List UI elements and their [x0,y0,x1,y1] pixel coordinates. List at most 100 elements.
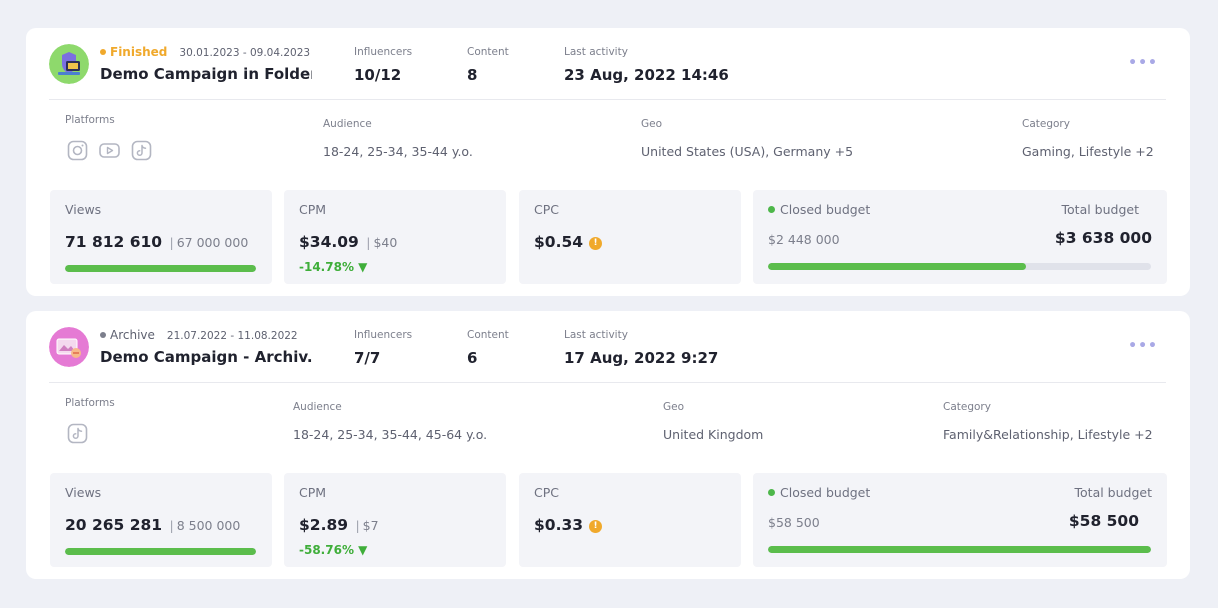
budget-box: Closed budget Total budget $58 500 $58 5… [753,473,1167,567]
cpm-value: $34.09 | $40 [299,233,397,251]
views-progress-fill [65,265,256,272]
last-activity-label: Last activity [564,46,628,58]
closed-budget-label: Closed budget [768,202,870,217]
status-dot [100,49,106,55]
cpm-box: CPM $2.89 | $7 -58.76% ▼ [284,473,506,567]
content-label: Content [467,329,509,341]
cpm-box: CPM $34.09 | $40 -14.78% ▼ [284,190,506,284]
cpm-delta: -58.76% ▼ [299,543,368,557]
cpc-label: CPC [534,202,559,217]
closed-budget-dot [768,489,775,496]
category-label: Category [943,401,991,413]
content-value: 6 [467,349,478,367]
platforms-label: Platforms [65,114,115,126]
cpc-label: CPC [534,485,559,500]
campaign-title[interactable]: Demo Campaign - Archiv... [100,348,312,366]
cpc-box: CPC $0.54! [519,190,741,284]
cpc-actual: $0.54 [534,233,584,251]
cpc-value: $0.33! [534,516,603,535]
status-label: Archive [110,328,155,342]
category-value: Family&Relationship, Lifestyle +2 [943,427,1153,442]
content-label: Content [467,46,509,58]
budget-progress [768,263,1151,270]
geo-value: United Kingdom [663,427,764,442]
status-label: Finished [110,45,168,59]
geo-label: Geo [663,401,685,413]
cpc-value: $0.54! [534,233,603,252]
views-value: 20 265 281 | 8 500 000 [65,516,240,534]
influencers-value: 10/12 [354,66,402,84]
total-budget-label: Total budget [1061,202,1139,217]
budget-progress [768,546,1151,553]
cpc-actual: $0.33 [534,516,584,534]
cpc-box: CPC $0.33! [519,473,741,567]
cpm-actual: $2.89 [299,516,349,534]
cpm-value: $2.89 | $7 [299,516,379,534]
campaign-status: Archive 21.07.2022 - 11.08.2022 [100,328,298,342]
views-progress [65,548,256,555]
campaign-card[interactable]: Archive 21.07.2022 - 11.08.2022 Demo Cam… [26,311,1190,579]
cpm-target: | $40 [366,235,398,250]
audience-value: 18-24, 25-34, 35-44, 45-64 y.o. [293,427,488,442]
last-activity-label: Last activity [564,329,628,341]
divider [49,382,1166,383]
category-label: Category [1022,118,1070,130]
more-options-icon[interactable]: ••• [1128,56,1158,70]
audience-label: Audience [293,401,342,413]
influencers-value: 7/7 [354,349,381,367]
views-label: Views [65,485,102,500]
instagram-icon [67,140,88,161]
views-label: Views [65,202,102,217]
views-box: Views 20 265 281 | 8 500 000 [50,473,272,567]
campaign-dates: 30.01.2023 - 09.04.2023 [179,47,311,59]
content-value: 8 [467,66,478,84]
cpm-actual: $34.09 [299,233,359,251]
campaign-avatar [49,327,89,367]
budget-progress-fill [768,546,1151,553]
category-value: Gaming, Lifestyle +2 [1022,144,1154,159]
campaign-title[interactable]: Demo Campaign in Folder [100,65,312,83]
geo-value: United States (USA), Germany +5 [641,144,854,159]
youtube-icon [99,143,120,158]
campaign-dates: 21.07.2022 - 11.08.2022 [166,330,298,342]
last-activity-value: 23 Aug, 2022 14:46 [564,66,729,84]
total-budget-value: $3 638 000 [1054,229,1152,247]
campaign-status: Finished 30.01.2023 - 09.04.2023 [100,45,310,59]
cpm-label: CPM [299,485,327,500]
views-progress-fill [65,548,256,555]
views-target: | 8 500 000 [169,518,241,533]
views-value: 71 812 610 | 67 000 000 [65,233,248,251]
views-actual: 71 812 610 [65,233,163,251]
campaign-avatar [49,44,89,84]
warning-icon[interactable]: ! [589,237,603,250]
audience-value: 18-24, 25-34, 35-44 y.o. [323,144,473,159]
tiktok-icon [67,423,88,444]
cpm-delta: -14.78% ▼ [299,260,368,274]
closed-budget-dot [768,206,775,213]
status-dot [100,332,106,338]
closed-budget-value: $58 500 [768,515,820,530]
closed-budget-value: $2 448 000 [768,232,840,247]
views-box: Views 71 812 610 | 67 000 000 [50,190,272,284]
platforms-label: Platforms [65,397,115,409]
more-options-icon[interactable]: ••• [1128,339,1158,353]
last-activity-value: 17 Aug, 2022 9:27 [564,349,719,367]
cpm-label: CPM [299,202,327,217]
views-progress [65,265,256,272]
views-target: | 67 000 000 [169,235,249,250]
total-budget-value: $58 500 [1068,512,1139,530]
platforms-list [67,423,88,444]
budget-progress-fill [768,263,1026,270]
influencers-label: Influencers [354,329,413,341]
influencers-label: Influencers [354,46,413,58]
closed-budget-label: Closed budget [768,485,870,500]
platforms-list [67,140,152,161]
views-actual: 20 265 281 [65,516,163,534]
divider [49,99,1166,100]
budget-box: Closed budget Total budget $2 448 000 $3… [753,190,1167,284]
cpm-target: | $7 [355,518,379,533]
audience-label: Audience [323,118,372,130]
tiktok-icon [131,140,152,161]
warning-icon[interactable]: ! [589,520,603,533]
campaign-card[interactable]: Finished 30.01.2023 - 09.04.2023 Demo Ca… [26,28,1190,296]
